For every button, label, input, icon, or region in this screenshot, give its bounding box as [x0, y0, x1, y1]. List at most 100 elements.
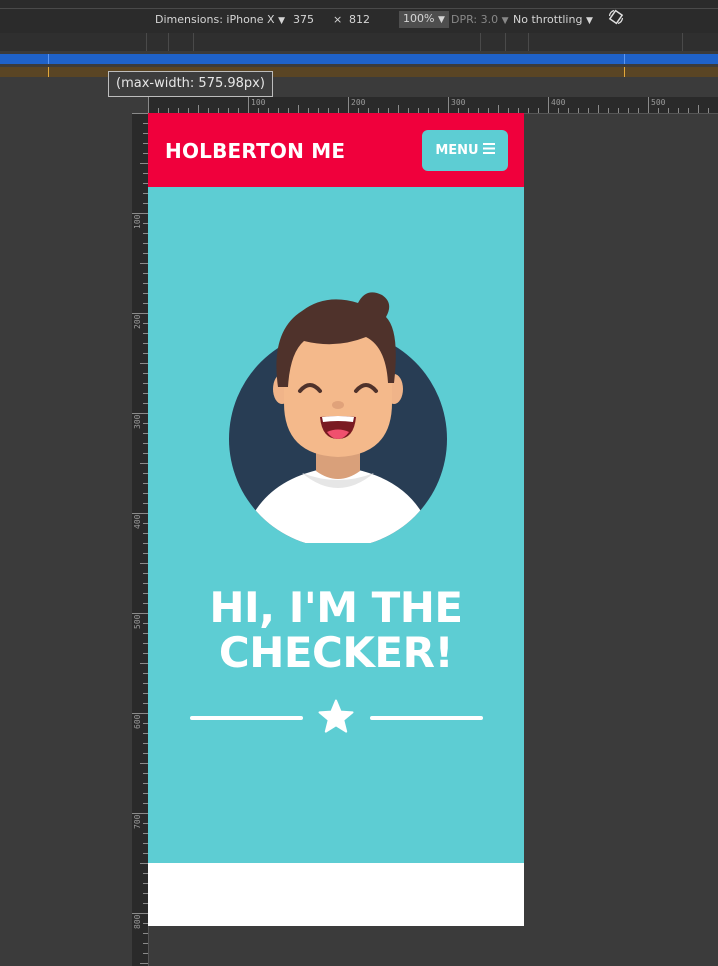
media-query-divider — [193, 33, 194, 51]
divider-line-right — [370, 716, 483, 720]
avatar — [229, 292, 447, 543]
ruler-tick — [140, 363, 148, 364]
media-query-marker — [48, 54, 49, 64]
ruler-tick — [140, 263, 148, 264]
height-input[interactable]: 812 — [349, 13, 370, 27]
ruler-tick — [638, 108, 639, 113]
dimensions-label: Dimensions: iPhone X — [155, 13, 275, 26]
ruler-tick — [140, 163, 148, 164]
ruler-label: 300 — [451, 98, 466, 107]
ruler-label: 100 — [133, 214, 142, 229]
zoom-dropdown[interactable]: 100% ▼ — [399, 11, 449, 28]
ruler-tick — [140, 863, 148, 864]
ruler-tick — [628, 108, 629, 113]
ruler-tick — [248, 97, 249, 113]
menu-label: MENU — [435, 143, 479, 158]
ruler-label: 500 — [133, 614, 142, 629]
ruler-label: 800 — [133, 914, 142, 929]
horizontal-ruler: 100 200 300 400 500 — [148, 97, 718, 114]
ruler-label: 200 — [133, 314, 142, 329]
media-query-divider — [505, 33, 506, 51]
media-query-divider — [682, 33, 683, 51]
ruler-tick — [598, 105, 599, 113]
ruler-tick — [143, 933, 148, 934]
brand-logo-text[interactable]: HOLBERTON ME — [165, 139, 345, 163]
ruler-tick — [648, 97, 649, 113]
ruler-tick — [618, 108, 619, 113]
device-viewport: HOLBERTON ME MENU HI, I'M THE CHECKER! — [148, 113, 524, 926]
divider-line-left — [190, 716, 303, 720]
chevron-down-icon: ▼ — [437, 15, 445, 25]
ruler-tick — [143, 953, 148, 954]
throttling-dropdown[interactable]: No throttling ▼ — [513, 13, 593, 28]
dpr-dropdown[interactable]: DPR: 3.0 ▼ — [451, 13, 509, 28]
ruler-tick — [298, 105, 299, 113]
ruler-tick — [140, 463, 148, 464]
ruler-tick — [148, 97, 149, 113]
ruler-tick — [132, 113, 148, 114]
device-toolbar: Dimensions: iPhone X ▼ 375 × 812 100% ▼ … — [0, 0, 718, 34]
ruler-tick — [658, 108, 659, 113]
ruler-tick — [528, 108, 529, 113]
ruler-tick — [140, 963, 148, 964]
ruler-tick — [140, 763, 148, 764]
ruler-tick — [398, 105, 399, 113]
media-query-tooltip: (max-width: 575.98px) — [108, 71, 273, 97]
media-query-divider — [146, 33, 147, 51]
ruler-tick — [698, 105, 699, 113]
dimensions-dropdown[interactable]: Dimensions: iPhone X ▼ — [155, 13, 285, 28]
chevron-down-icon: ▼ — [585, 16, 593, 26]
media-query-marker — [48, 67, 49, 77]
chevron-down-icon: ▼ — [501, 16, 509, 26]
width-input[interactable]: 375 — [293, 13, 314, 27]
ruler-tick — [668, 108, 669, 113]
chevron-down-icon: ▼ — [278, 16, 285, 26]
hero-headline: HI, I'M THE CHECKER! — [148, 585, 524, 675]
star-icon — [318, 699, 354, 733]
ruler-tick — [348, 97, 349, 113]
zoom-value: 100% — [403, 12, 435, 25]
media-query-divider — [168, 33, 169, 51]
media-query-divider — [528, 33, 529, 51]
ruler-tick — [498, 105, 499, 113]
ruler-label: 300 — [133, 414, 142, 429]
ruler-label: 400 — [551, 98, 566, 107]
media-query-marker — [624, 67, 625, 77]
ruler-tick — [568, 108, 569, 113]
navbar: HOLBERTON ME MENU — [148, 113, 524, 187]
ruler-tick — [140, 563, 148, 564]
headline-line-1: HI, I'M THE — [209, 583, 463, 632]
dimension-separator: × — [333, 13, 343, 26]
menu-button[interactable]: MENU — [422, 130, 508, 171]
media-query-divider — [480, 33, 481, 51]
ruler-tick — [448, 97, 449, 113]
headline-line-2: CHECKER! — [218, 628, 454, 677]
ruler-tick — [140, 663, 148, 664]
ruler-tick — [608, 108, 609, 113]
ruler-label: 400 — [133, 514, 142, 529]
ruler-label: 500 — [651, 98, 666, 107]
ruler-tick — [538, 108, 539, 113]
media-query-marker — [624, 54, 625, 64]
media-query-bar-max-width[interactable] — [0, 54, 718, 64]
throttling-value: No throttling — [513, 13, 583, 26]
ruler-tick — [578, 108, 579, 113]
ruler-tick — [548, 97, 549, 113]
ruler-tick — [588, 108, 589, 113]
ruler-tick — [198, 105, 199, 113]
media-query-row — [0, 33, 718, 51]
ruler-tick — [688, 108, 689, 113]
ruler-tick — [143, 943, 148, 944]
ruler-label: 100 — [251, 98, 266, 107]
ruler-tick — [708, 108, 709, 113]
ruler-tick — [678, 108, 679, 113]
hamburger-icon — [482, 143, 495, 158]
ruler-label: 600 — [133, 714, 142, 729]
vertical-ruler: 100 200 300 400 500 600 700 800 — [132, 113, 149, 966]
dpr-value: DPR: 3.0 — [451, 13, 499, 26]
rotate-icon[interactable] — [608, 9, 624, 27]
hero-section: HI, I'M THE CHECKER! — [148, 187, 524, 863]
ruler-label: 700 — [133, 814, 142, 829]
ruler-tick — [558, 108, 559, 113]
ruler-label: 200 — [351, 98, 366, 107]
